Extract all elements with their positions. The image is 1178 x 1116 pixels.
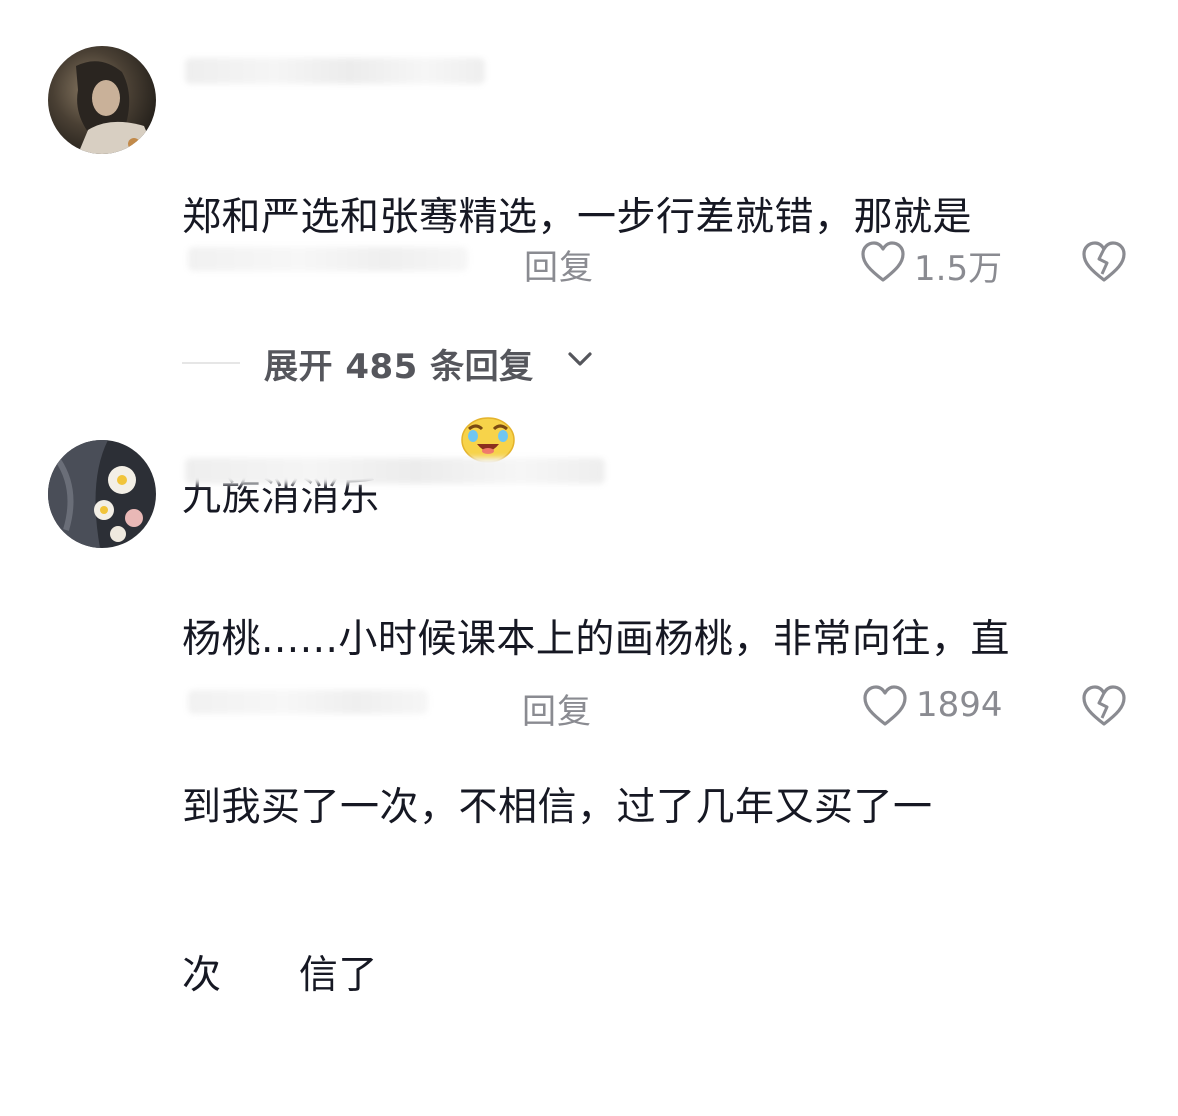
comment-text-line: 次 信了	[182, 953, 378, 998]
divider-line	[182, 362, 240, 364]
expand-replies-label: 展开 485 条回复	[264, 347, 534, 387]
reply-button[interactable]: 回复	[524, 240, 594, 289]
avatar[interactable]	[48, 440, 156, 548]
comment-text-line: 到我买了一次，不相信，过了几年又买了一	[182, 785, 933, 830]
broken-heart-icon[interactable]	[1080, 240, 1128, 288]
like-count: 1894	[916, 685, 1003, 725]
reply-button[interactable]: 回复	[522, 684, 592, 733]
comment-item: 杨桃......小时候课本上的画杨桃，非常向往，直 到我买了一次，不相信，过了几…	[0, 420, 1178, 998]
like-count: 1.5万	[914, 249, 1003, 289]
broken-heart-icon[interactable]	[1080, 684, 1128, 732]
comment-text: 杨桃......小时候课本上的画杨桃，非常向往，直 到我买了一次，不相信，过了几…	[182, 500, 1132, 1116]
heart-outline-icon[interactable]	[862, 684, 908, 732]
avatar[interactable]	[48, 46, 156, 154]
comment-text-line: 郑和严选和张骞精选，一步行差就错，那就是	[182, 195, 973, 240]
heart-outline-icon[interactable]	[860, 240, 906, 288]
comment-item: 郑和严选和张骞精选，一步行差就错，那就是 九族消消乐 回复 1.5万	[0, 0, 1178, 520]
username-blurred[interactable]	[185, 458, 605, 484]
chevron-down-icon	[566, 349, 594, 373]
timestamp-blurred	[188, 247, 468, 271]
timestamp-blurred	[188, 690, 428, 714]
expand-replies-button[interactable]: 展开 485 条回复	[182, 337, 782, 387]
comment-text-line: 杨桃......小时候课本上的画杨桃，非常向往，直	[182, 617, 1010, 662]
